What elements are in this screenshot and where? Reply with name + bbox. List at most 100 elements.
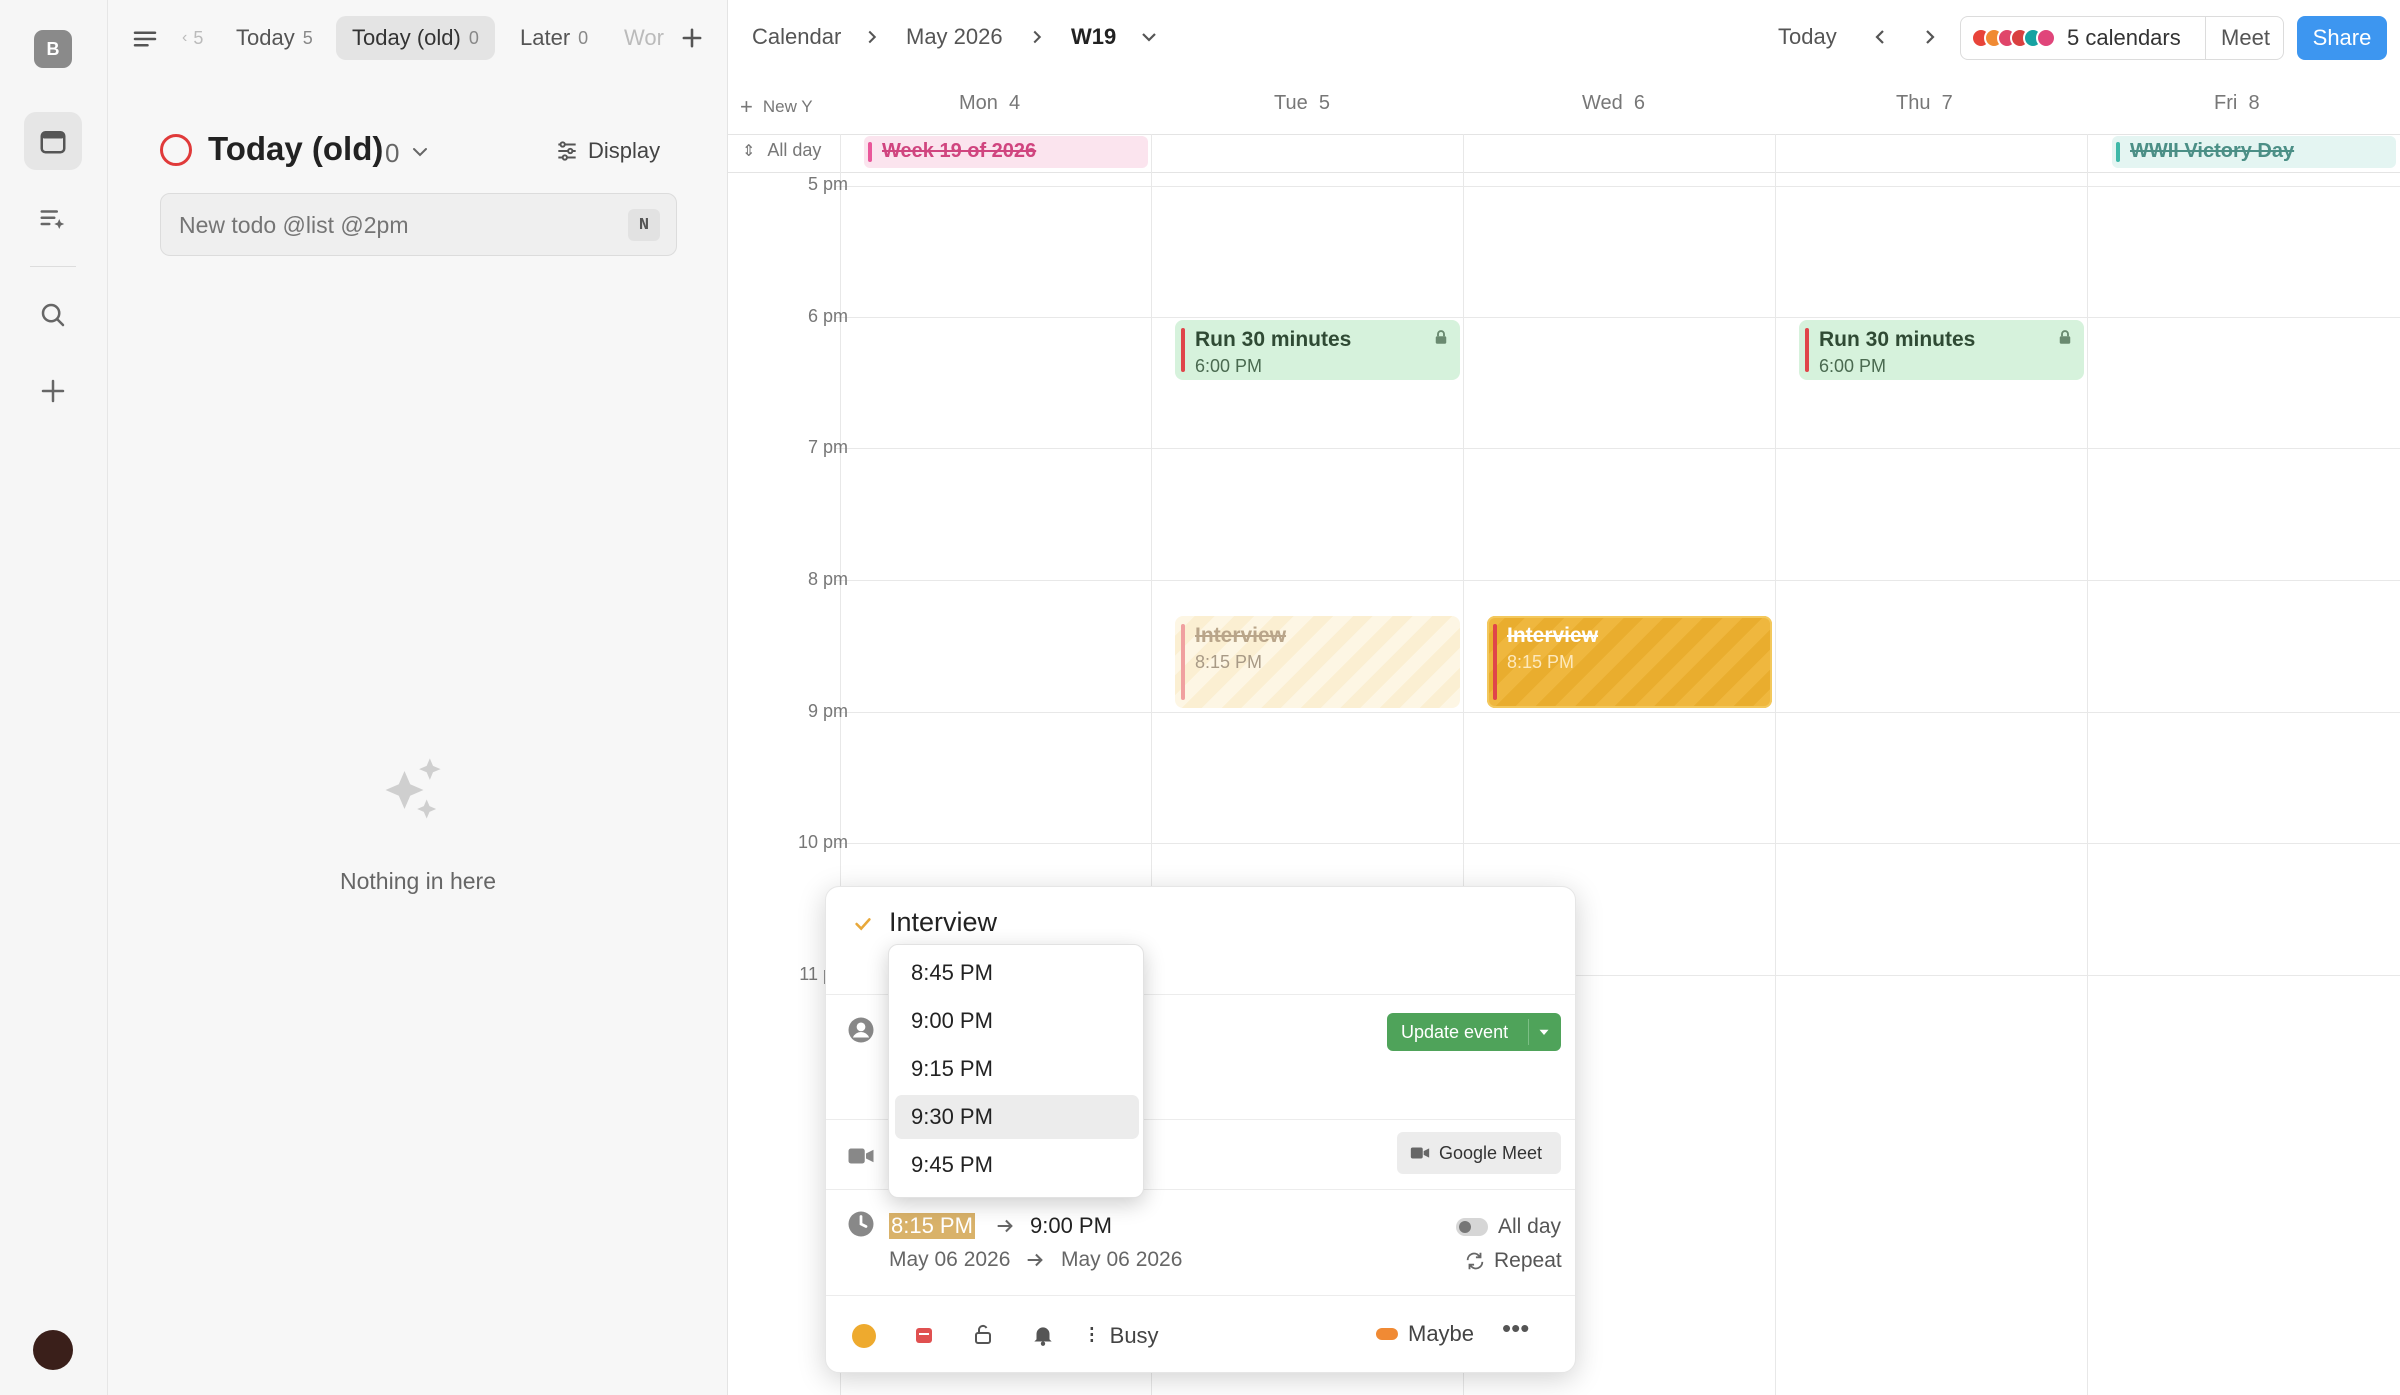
lock-icon	[2059, 330, 2071, 344]
today-label: Today	[1778, 24, 1837, 49]
list-count: 0	[385, 138, 400, 168]
day-header-wed[interactable]: Wed 6	[1582, 92, 1645, 115]
event-color-bar	[1181, 624, 1185, 700]
search-nav-button[interactable]	[24, 286, 82, 344]
end-time-field[interactable]: 9:00 PM	[1030, 1213, 1112, 1239]
busy-select[interactable]: ⁝ Busy	[1088, 1321, 1159, 1350]
arrow-right-icon	[997, 1219, 1013, 1233]
day-name: Thu	[1896, 92, 1931, 114]
today-button[interactable]: Today	[1778, 14, 1837, 60]
day-header-thu[interactable]: Thu 7	[1896, 92, 1953, 115]
add-nav-button[interactable]	[24, 362, 82, 420]
event-interview-tue[interactable]: Interview 8:15 PM	[1175, 616, 1460, 708]
hour-line	[836, 843, 2400, 844]
tab-later[interactable]: Later 0	[504, 16, 604, 60]
day-name: Tue	[1274, 92, 1308, 114]
week-dropdown-button[interactable]	[1137, 14, 1161, 60]
time-option[interactable]: 9:15 PM	[895, 1047, 1139, 1091]
day-number: 6	[1633, 92, 1646, 114]
event-title-input[interactable]: Interview	[889, 907, 997, 938]
tab-count: 5	[302, 27, 313, 48]
share-button[interactable]: Share	[2297, 16, 2387, 60]
event-title: Week 19 of 2026	[882, 140, 1037, 162]
time-option[interactable]: 8:45 PM	[895, 951, 1139, 995]
prev-week-button[interactable]	[1868, 14, 1892, 60]
time-option-selected[interactable]: 9:30 PM	[895, 1095, 1139, 1139]
tab-today[interactable]: Today 5	[220, 16, 329, 60]
chevron-left-icon: ‹	[182, 29, 188, 46]
unlock-icon[interactable]	[971, 1322, 995, 1346]
todo-pane: ‹ 5 Today 5 Today (old) 0 Later 0 Wor Today …	[108, 0, 728, 1395]
all-day-toggle[interactable]: All day	[1456, 1215, 1561, 1239]
event-time: 8:15 PM	[1195, 652, 1263, 672]
event-interview-wed[interactable]: Interview 8:15 PM	[1487, 616, 1772, 708]
allday-event-holiday[interactable]: WWII Victory Day	[2112, 136, 2396, 168]
event-time: 6:00 PM	[1819, 356, 1887, 376]
allday-toggle[interactable]: ⇕ All day	[742, 140, 821, 161]
time-option[interactable]: 9:00 PM	[895, 999, 1139, 1043]
new-todo-input[interactable]	[179, 208, 599, 242]
repeat-label: Repeat	[1494, 1249, 1562, 1272]
more-options-button[interactable]: •••	[1502, 1313, 1529, 1344]
user-avatar[interactable]	[33, 1330, 73, 1370]
end-date-field[interactable]: May 06 2026	[1061, 1248, 1182, 1272]
calendar-select-icon[interactable]	[912, 1323, 936, 1347]
meet-button[interactable]: Meet	[2206, 17, 2285, 59]
update-label: Update event	[1401, 1021, 1509, 1042]
lock-icon	[1435, 330, 1447, 344]
event-run-thu[interactable]: Run 30 minutes 6:00 PM	[1799, 320, 2084, 380]
add-tab-button[interactable]	[678, 24, 706, 57]
day-header-fri[interactable]: Fri 8	[2214, 92, 2260, 115]
start-date-field[interactable]: May 06 2026	[889, 1248, 1010, 1272]
repeat-button[interactable]: Repeat	[1464, 1249, 1562, 1273]
day-header-tue[interactable]: Tue 5	[1274, 92, 1330, 115]
breadcrumb-month[interactable]: May 2026	[906, 14, 1003, 60]
bell-icon[interactable]	[1030, 1322, 1056, 1348]
breadcrumb-week[interactable]: W19	[1071, 14, 1116, 60]
hour-label: 10 pm	[797, 832, 848, 852]
google-meet-button[interactable]: Google Meet	[1397, 1132, 1561, 1174]
meet-label: Meet	[2221, 25, 2270, 50]
day-number: 4	[1009, 92, 1021, 114]
todo-nav-button[interactable]	[24, 190, 82, 248]
tab-partial[interactable]: ‹ 5	[166, 16, 219, 60]
chevron-right-icon	[1026, 14, 1048, 60]
tab-label: 5	[193, 27, 204, 48]
google-meet-label: Google Meet	[1439, 1142, 1543, 1163]
rsvp-select[interactable]: Maybe	[1376, 1321, 1474, 1347]
event-title: Run 30 minutes	[1819, 328, 1976, 351]
display-button[interactable]: Display	[554, 134, 660, 168]
calendar-nav-button[interactable]	[24, 112, 82, 170]
tab-today-old[interactable]: Today (old) 0	[336, 16, 495, 60]
calendars-button[interactable]: 5 calendars	[1961, 17, 2205, 59]
time-options-dropdown: 8:45 PM 9:00 PM 9:15 PM 9:30 PM 9:45 PM	[888, 944, 1144, 1198]
day-number: 8	[2248, 92, 2260, 114]
more-vertical-icon: ⁝	[1088, 1322, 1096, 1349]
sparkles-icon	[376, 752, 452, 833]
list-dropdown-button[interactable]	[408, 140, 432, 169]
tab-label: Today	[236, 25, 295, 50]
next-week-button[interactable]	[1918, 14, 1942, 60]
start-time-field[interactable]: 8:15 PM	[889, 1213, 975, 1239]
chevron-down-icon	[413, 148, 427, 157]
day-header-mon[interactable]: Mon 4	[959, 92, 1020, 115]
breadcrumb-calendar[interactable]: Calendar	[752, 14, 841, 60]
hour-label: 9 pm	[807, 701, 848, 721]
color-picker-button[interactable]	[852, 1324, 876, 1348]
caret-down-icon[interactable]	[1535, 1023, 1553, 1041]
grid-col-line	[1775, 134, 1776, 1395]
time-option[interactable]: 9:45 PM	[895, 1143, 1139, 1187]
event-title: Interview	[1507, 624, 1599, 647]
menu-button[interactable]	[130, 24, 160, 59]
hour-line	[836, 580, 2400, 581]
tab-work[interactable]: Wor	[608, 16, 680, 60]
workspace-switcher[interactable]: B	[24, 20, 82, 78]
empty-state-text: Nothing in here	[340, 868, 496, 894]
allday-event-week[interactable]: Week 19 of 2026	[864, 136, 1148, 168]
event-run-tue[interactable]: Run 30 minutes 6:00 PM	[1175, 320, 1460, 380]
new-event-button[interactable]: + New Y	[740, 94, 813, 120]
update-event-button[interactable]: Update event	[1387, 1013, 1561, 1051]
day-number: 7	[1941, 92, 1953, 114]
grid-col-line	[2087, 134, 2088, 1395]
event-color-bar	[1493, 624, 1497, 700]
